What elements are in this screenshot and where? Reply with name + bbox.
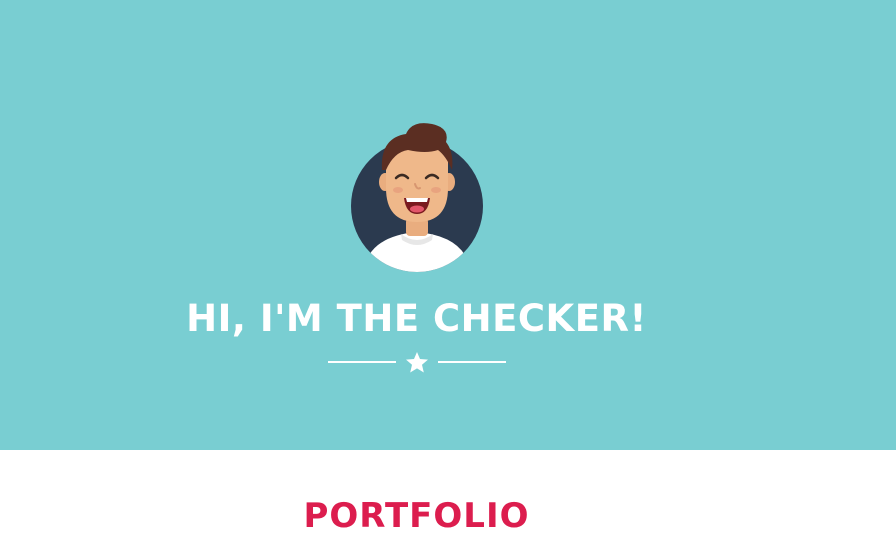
avatar [346,118,488,276]
smiling-person-avatar-icon [351,123,483,272]
star-icon [406,352,428,373]
divider-line-left [328,361,396,363]
hero-section: HI, I'M THE CHECKER! [0,0,896,450]
portfolio-heading: PORTFOLIO [303,496,530,536]
divider-line-right [438,361,506,363]
page-title: HI, I'M THE CHECKER! [186,297,647,340]
star-divider [328,350,506,374]
